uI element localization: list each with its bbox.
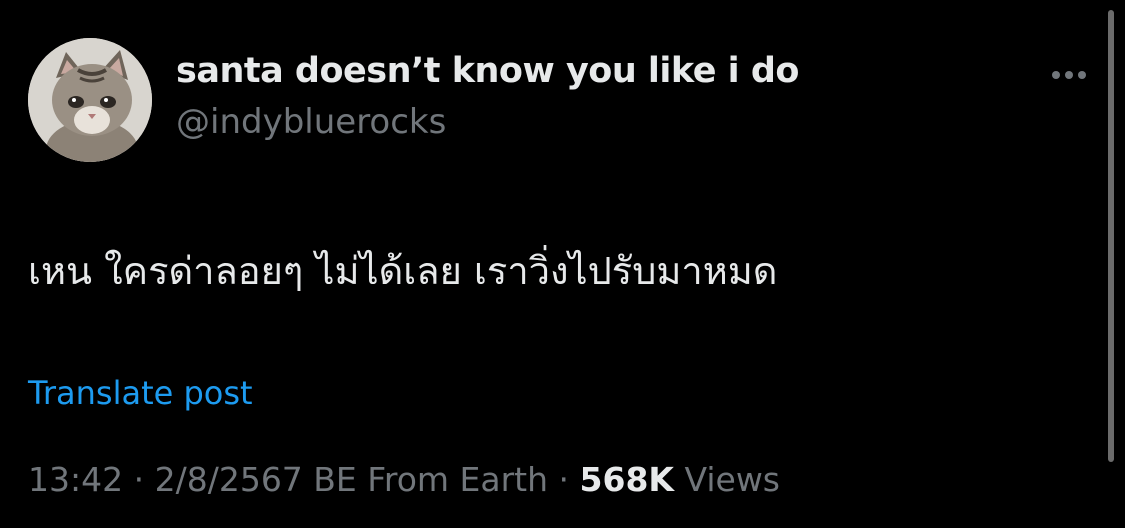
kitten-avatar-icon (28, 38, 152, 162)
meta-separator: · (548, 460, 580, 499)
translate-post-link[interactable]: Translate post (28, 374, 253, 412)
scrollbar[interactable] (1108, 10, 1114, 462)
post-time[interactable]: 13:42 (28, 460, 123, 499)
post-source: From Earth (367, 460, 549, 499)
meta-separator: · (123, 460, 155, 499)
tweet: santa doesn’t know you like i do @indybl… (0, 0, 1125, 528)
more-options-icon (1052, 71, 1086, 79)
views-label: Views (684, 460, 781, 499)
views-count[interactable]: 568K (580, 460, 674, 499)
post-meta: 13:42 · 2/8/2567 BE From Earth · 568K Vi… (28, 460, 780, 499)
post-date[interactable]: 2/8/2567 BE (155, 460, 357, 499)
more-options-button[interactable] (1044, 60, 1094, 90)
avatar[interactable] (28, 38, 152, 162)
post-text: เหน ใครด่าลอยๆ ไม่ได้เลย เราวิ่งไปรับมาห… (28, 249, 778, 293)
display-name[interactable]: santa doesn’t know you like i do (176, 51, 799, 91)
handle[interactable]: @indybluerocks (176, 102, 446, 142)
